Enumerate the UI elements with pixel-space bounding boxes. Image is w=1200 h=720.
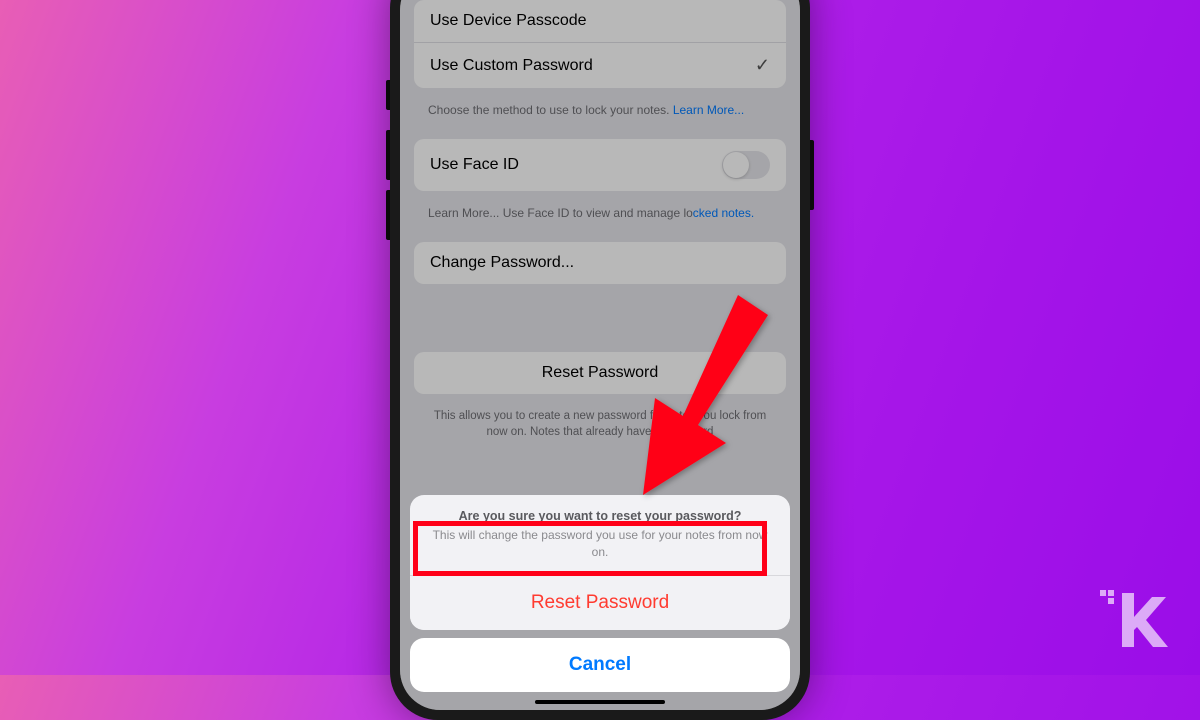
- brand-logo-k-icon: [1100, 585, 1170, 655]
- action-sheet: Are you sure you want to reset your pass…: [410, 495, 790, 692]
- sheet-subtitle: This will change the password you use fo…: [430, 527, 770, 561]
- home-indicator[interactable]: [535, 700, 665, 704]
- action-sheet-main: Are you sure you want to reset your pass…: [410, 495, 790, 630]
- cancel-button[interactable]: Cancel: [410, 638, 790, 692]
- phone-screen: Use Device Passcode Use Custom Password …: [400, 0, 800, 710]
- sheet-title: Are you sure you want to reset your pass…: [430, 509, 770, 523]
- action-sheet-header: Are you sure you want to reset your pass…: [410, 495, 790, 576]
- reset-password-button[interactable]: Reset Password: [410, 576, 790, 630]
- phone-frame: Use Device Passcode Use Custom Password …: [390, 0, 810, 720]
- phone-volume-down: [386, 190, 390, 240]
- phone-mute-switch: [386, 80, 390, 110]
- phone-volume-up: [386, 130, 390, 180]
- phone-power-button: [810, 140, 814, 210]
